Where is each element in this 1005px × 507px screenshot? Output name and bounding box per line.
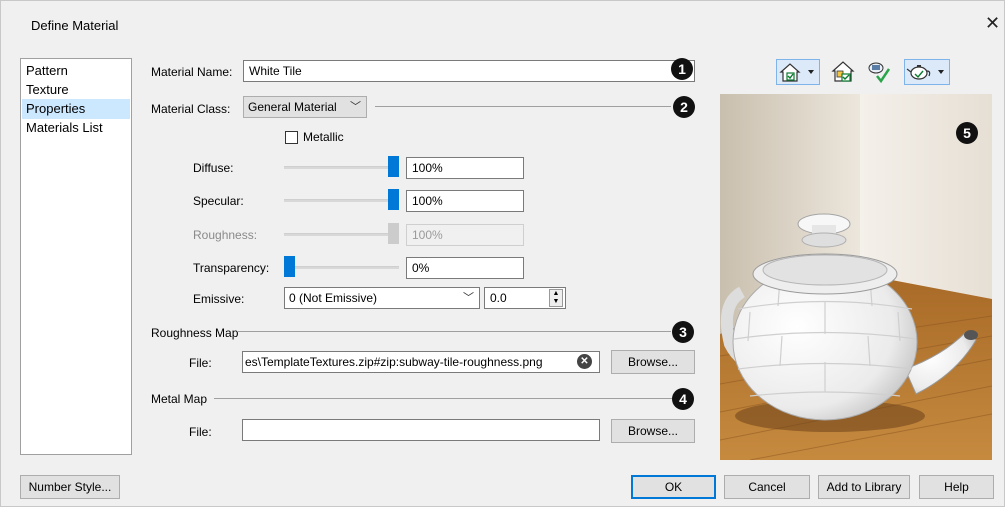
render-teapot-button[interactable] (904, 59, 950, 85)
view-options-button[interactable] (776, 59, 820, 85)
transparency-input[interactable]: 0% (406, 257, 524, 279)
emissive-spinner-icon[interactable]: ▲ ▼ (549, 289, 563, 307)
define-material-dialog: Define Material ✕ Pattern Texture Proper… (0, 0, 1005, 507)
callout-1-badge: 1 (671, 58, 693, 80)
diffuse-slider-thumb[interactable] (388, 156, 399, 177)
add-to-library-button[interactable]: Add to Library (818, 475, 910, 499)
nav-item-properties[interactable]: Properties (22, 99, 130, 119)
metal-file-label: File: (189, 425, 212, 439)
specular-slider-track[interactable] (284, 199, 399, 202)
material-check-icon (868, 62, 891, 84)
clear-file-icon[interactable]: ✕ (577, 354, 592, 369)
house-icon (779, 63, 814, 82)
emissive-label: Emissive: (193, 292, 245, 306)
teapot-icon (906, 65, 944, 80)
help-button[interactable]: Help (919, 475, 994, 499)
material-class-divider (375, 106, 671, 107)
ok-button[interactable]: OK (631, 475, 716, 499)
roughness-browse-button[interactable]: Browse... (611, 350, 695, 374)
close-icon[interactable]: ✕ (985, 14, 1000, 32)
material-preview[interactable]: 5 (720, 94, 992, 460)
specular-label: Specular: (193, 194, 244, 208)
material-name-label: Material Name: (151, 65, 233, 79)
transparency-slider-track[interactable] (284, 266, 399, 269)
diffuse-input[interactable]: 100% (406, 157, 524, 179)
material-class-select[interactable]: General Material ﹀ (243, 96, 367, 118)
diffuse-slider-track[interactable] (284, 166, 399, 169)
callout-3-badge: 3 (672, 321, 694, 343)
material-name-input[interactable]: White Tile (243, 60, 695, 82)
metal-map-heading: Metal Map (151, 392, 208, 406)
metallic-checkbox[interactable] (285, 131, 298, 144)
category-list[interactable]: Pattern Texture Properties Materials Lis… (20, 58, 132, 455)
callout-4-badge: 4 (672, 388, 694, 410)
metal-map-divider (214, 398, 672, 399)
number-style-button[interactable]: Number Style... (20, 475, 120, 499)
chevron-down-icon: ﹀ (350, 101, 361, 113)
wall-material-button[interactable] (829, 59, 857, 85)
nav-item-texture[interactable]: Texture (22, 80, 130, 100)
roughness-file-input[interactable]: es\TemplateTextures.zip#zip:subway-tile-… (242, 351, 600, 373)
roughness-map-heading: Roughness Map (151, 326, 239, 340)
roughness-slider-track (284, 233, 399, 236)
material-class-label: Material Class: (151, 102, 231, 116)
emissive-select-value: 0 (Not Emissive) (289, 291, 378, 305)
chevron-down-icon: ﹀ (463, 292, 474, 304)
metal-browse-button[interactable]: Browse... (611, 419, 695, 443)
dialog-title: Define Material (31, 18, 119, 33)
material-class-value: General Material (248, 100, 337, 114)
roughness-map-divider (237, 331, 671, 332)
house-check-icon (831, 61, 855, 82)
diffuse-label: Diffuse: (193, 161, 234, 175)
roughness-input: 100% (406, 224, 524, 246)
emissive-select[interactable]: 0 (Not Emissive) ﹀ (284, 287, 480, 309)
roughness-label: Roughness: (193, 228, 258, 242)
nav-item-pattern[interactable]: Pattern (22, 61, 130, 81)
transparency-slider-thumb[interactable] (284, 256, 295, 277)
cancel-button[interactable]: Cancel (724, 475, 810, 499)
nav-item-materials-list[interactable]: Materials List (22, 118, 130, 138)
transparency-label: Transparency: (193, 261, 270, 275)
roughness-slider-thumb (388, 223, 399, 244)
specular-slider-thumb[interactable] (388, 189, 399, 210)
metal-file-input[interactable] (242, 419, 600, 441)
roughness-file-label: File: (189, 356, 212, 370)
teapot-preview-image (720, 94, 992, 460)
callout-2-badge: 2 (673, 96, 695, 118)
check-material-button[interactable] (864, 59, 892, 85)
metallic-label: Metallic (303, 130, 344, 144)
callout-5-badge: 5 (956, 122, 978, 144)
specular-input[interactable]: 100% (406, 190, 524, 212)
